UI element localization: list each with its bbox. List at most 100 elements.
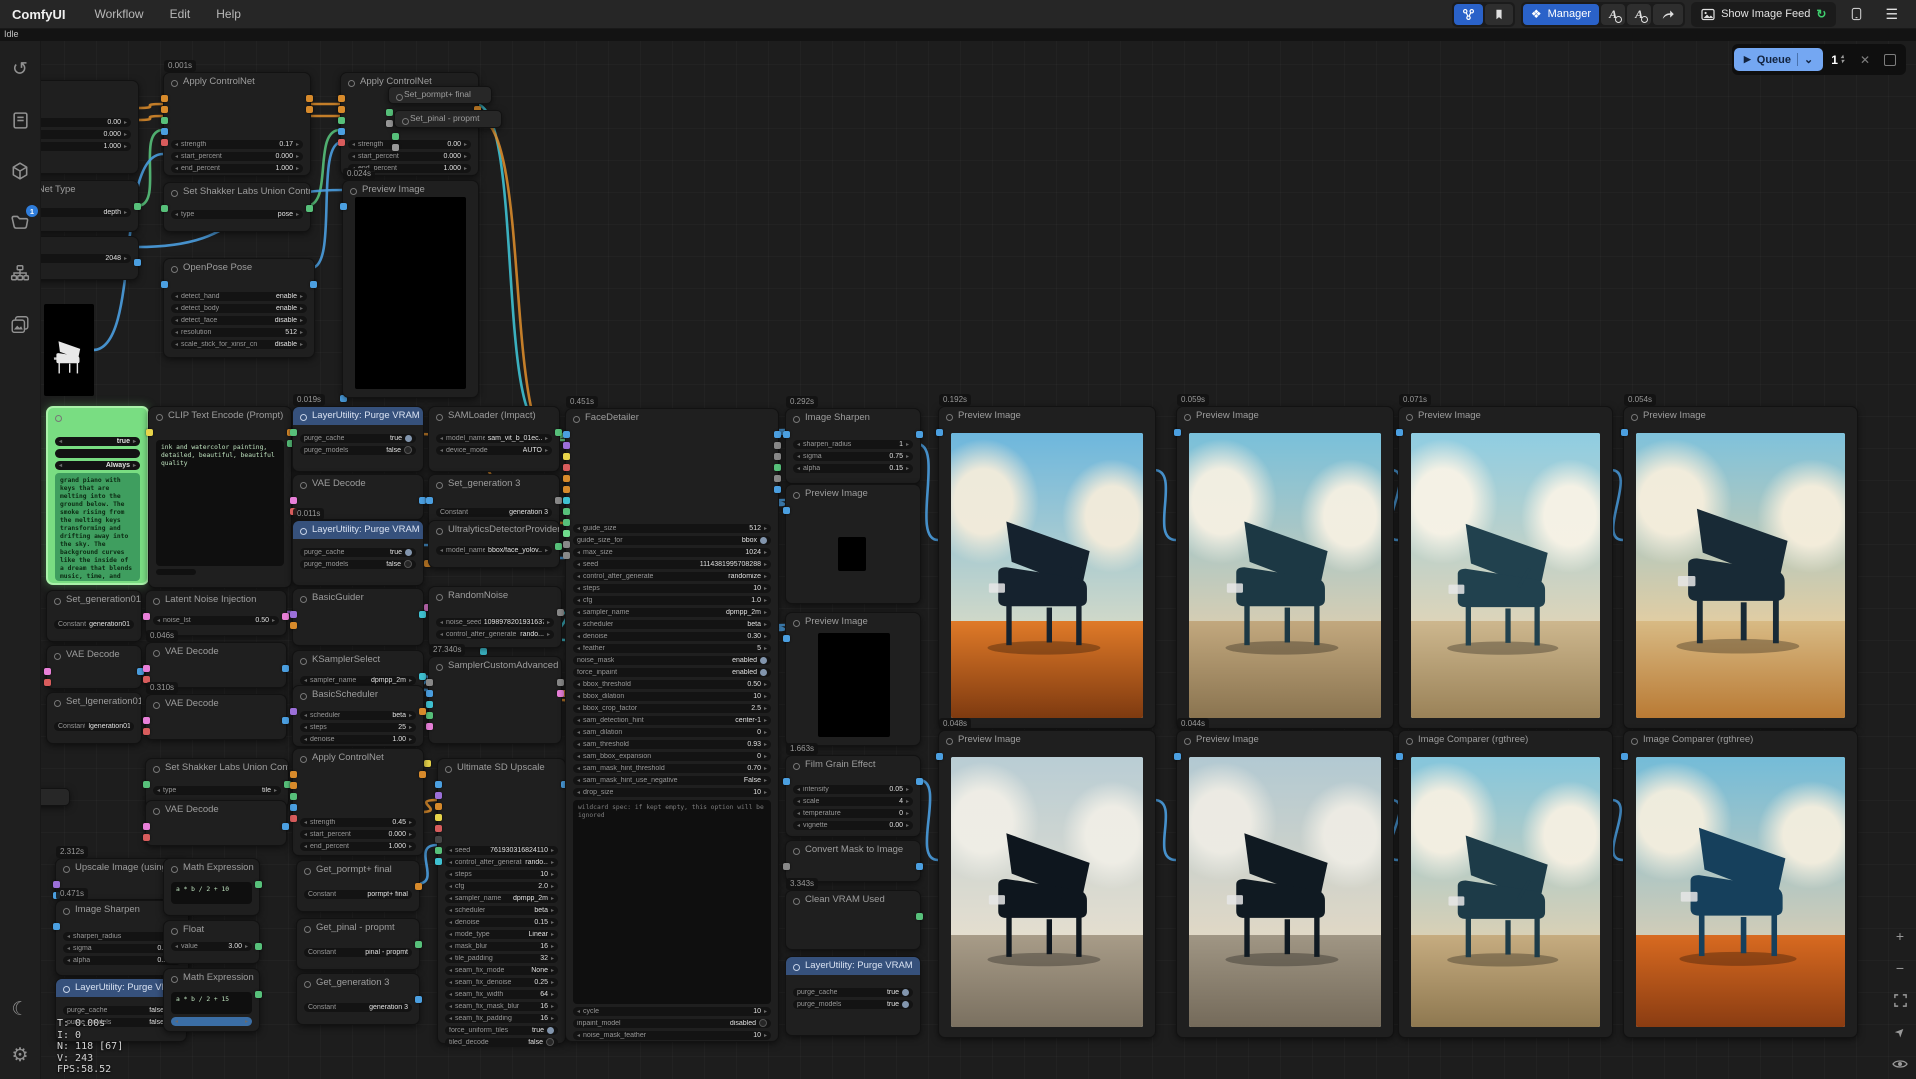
input-slot[interactable] bbox=[161, 205, 168, 212]
spin-down-icon[interactable]: ▾ bbox=[1841, 59, 1844, 65]
widget-row[interactable]: ◂ noise_lst 0.50 ▸ bbox=[153, 615, 279, 625]
node-setunion1[interactable]: Set Shakker Labs Union ControlNet Type ◂t… bbox=[161, 182, 313, 232]
widget-row[interactable]: Constant generation 3 bbox=[436, 507, 552, 517]
increment-icon[interactable]: ▸ bbox=[764, 561, 767, 568]
output-slot[interactable] bbox=[282, 613, 289, 620]
increment-icon[interactable]: ▸ bbox=[551, 931, 554, 938]
increment-icon[interactable]: ▸ bbox=[906, 810, 909, 817]
output-slot[interactable] bbox=[419, 708, 426, 715]
node-purge4[interactable]: LayerUtility: Purge VRAM purge_cache true p… bbox=[785, 956, 921, 1036]
output-slot[interactable] bbox=[555, 543, 562, 550]
increment-icon[interactable]: ▸ bbox=[124, 209, 127, 216]
increment-icon[interactable]: ▸ bbox=[300, 317, 303, 324]
input-slot[interactable] bbox=[392, 144, 399, 151]
input-slot[interactable] bbox=[161, 106, 168, 113]
input-slot[interactable] bbox=[1174, 429, 1181, 436]
increment-icon[interactable]: ▸ bbox=[764, 585, 767, 592]
node-clip[interactable]: CLIP Text Encode (Prompt) ink and waterco… bbox=[146, 406, 294, 588]
input-slot[interactable] bbox=[563, 530, 570, 537]
decrement-icon[interactable]: ◂ bbox=[175, 317, 178, 324]
widget-row[interactable]: ◂ detect_body enable ▸ bbox=[171, 303, 307, 313]
widget-row[interactable]: ◂ seam_fix_mask_blur 16 ▸ bbox=[445, 1001, 558, 1011]
decrement-icon[interactable]: ◂ bbox=[449, 1003, 452, 1010]
increment-icon[interactable]: ▸ bbox=[124, 143, 127, 150]
increment-icon[interactable]: ▸ bbox=[764, 777, 767, 784]
node-convertmask[interactable]: Convert Mask to Image bbox=[783, 840, 923, 882]
increment-icon[interactable]: ▸ bbox=[764, 597, 767, 604]
increment-icon[interactable]: ▸ bbox=[764, 633, 767, 640]
widget-row[interactable]: ◂ cfg 2.0 ▸ bbox=[445, 881, 558, 891]
decrement-icon[interactable]: ◂ bbox=[175, 153, 178, 160]
widget-row[interactable]: Constant pormpt+ final bbox=[304, 889, 412, 899]
node-vaed-l[interactable]: VAE Decode bbox=[44, 645, 144, 689]
node-bypass-green[interactable]: ◂ true ▸ ◂ Always ▸ grand piano with keys that… bbox=[46, 406, 149, 585]
input-slot[interactable] bbox=[563, 519, 570, 526]
input-slot[interactable] bbox=[44, 679, 51, 686]
decrement-icon[interactable]: ◂ bbox=[440, 631, 443, 638]
decrement-icon[interactable]: ◂ bbox=[449, 931, 452, 938]
output-slot[interactable] bbox=[774, 475, 781, 482]
increment-icon[interactable]: ▸ bbox=[551, 943, 554, 950]
widget-row[interactable]: ◂ vignette 0.00 ▸ bbox=[793, 820, 913, 830]
widget-row[interactable]: ◂ steps 25 ▸ bbox=[300, 722, 416, 732]
input-slot[interactable] bbox=[338, 117, 345, 124]
device-toggle-button[interactable] bbox=[1842, 4, 1871, 25]
node-purge2[interactable]: 0.011s LayerUtility: Purge VRAM purge_cach… bbox=[292, 508, 424, 586]
widget-row[interactable]: ◂sharpen_radius 1▸ bbox=[793, 439, 913, 449]
decrement-icon[interactable]: ◂ bbox=[797, 453, 800, 460]
widget-row[interactable]: ◂ seam_fix_width 64 ▸ bbox=[445, 989, 558, 999]
input-slot[interactable] bbox=[143, 665, 150, 672]
decrement-icon[interactable]: ◂ bbox=[440, 619, 443, 626]
increment-icon[interactable]: ▸ bbox=[124, 131, 127, 138]
widget-row[interactable]: ◂ bbox_crop_factor 2.5 ▸ bbox=[573, 703, 771, 713]
widget-row[interactable]: ◂ strength 0.45 ▸ bbox=[300, 817, 416, 827]
input-slot[interactable] bbox=[340, 203, 347, 210]
node-p5[interactable]: 0.048s Preview Image bbox=[936, 718, 1156, 1038]
node-p7[interactable]: Image Comparer (rgthree) bbox=[1396, 730, 1613, 1038]
decrement-icon[interactable]: ◂ bbox=[449, 991, 452, 998]
decrement-icon[interactable]: ◂ bbox=[449, 907, 452, 914]
increment-icon[interactable]: ▸ bbox=[764, 621, 767, 628]
find-a-button[interactable]: A bbox=[1601, 3, 1626, 25]
increment-icon[interactable]: ▸ bbox=[764, 645, 767, 652]
output-slot[interactable] bbox=[306, 95, 313, 102]
input-slot[interactable] bbox=[161, 139, 168, 146]
text-widget[interactable]: a * b / 2 + 15 bbox=[171, 992, 252, 1014]
increment-icon[interactable]: ▸ bbox=[545, 447, 548, 454]
output-slot[interactable] bbox=[306, 205, 313, 212]
widget-row[interactable]: ◂ sampler_name dpmpp_2m ▸ bbox=[445, 893, 558, 903]
increment-icon[interactable]: ▸ bbox=[764, 573, 767, 580]
output-slot[interactable] bbox=[555, 497, 562, 504]
increment-icon[interactable]: ▸ bbox=[764, 693, 767, 700]
input-slot[interactable] bbox=[1174, 753, 1181, 760]
increment-icon[interactable]: ▸ bbox=[764, 1032, 767, 1039]
toggle-icon[interactable] bbox=[547, 1026, 554, 1034]
decrement-icon[interactable]: ◂ bbox=[175, 329, 178, 336]
widget-row[interactable]: ◂ scheduler beta ▸ bbox=[573, 619, 771, 629]
node-float1[interactable]: Float ◂ value 3.00 ▸ bbox=[163, 920, 262, 964]
sidebar-node-library-button[interactable] bbox=[8, 261, 32, 285]
input-slot[interactable] bbox=[563, 497, 570, 504]
widget-row[interactable]: ◂ guide_size 512 ▸ bbox=[573, 523, 771, 533]
output-slot[interactable] bbox=[774, 442, 781, 449]
node-set-prompt-final[interactable]: Set_pormpt+ final bbox=[386, 86, 492, 127]
input-slot[interactable] bbox=[44, 668, 51, 675]
input-slot[interactable] bbox=[426, 712, 433, 719]
output-slot[interactable] bbox=[255, 943, 262, 950]
widget-row[interactable]: ◂ drop_size 10 ▸ bbox=[573, 787, 771, 797]
node-setgen01[interactable]: Set_generation01 Constant generation01 bbox=[46, 590, 142, 642]
decrement-icon[interactable]: ◂ bbox=[440, 447, 443, 454]
settings-button[interactable]: ⚙ bbox=[8, 1043, 32, 1067]
widget-row[interactable]: ◂ bbox_threshold 0.50 ▸ bbox=[573, 679, 771, 689]
input-slot[interactable] bbox=[290, 429, 297, 436]
widget-row[interactable]: ◂ sam_dilation 0 ▸ bbox=[573, 727, 771, 737]
increment-icon[interactable]: ▸ bbox=[409, 819, 412, 826]
output-slot[interactable] bbox=[557, 609, 564, 616]
widget-row[interactable]: ◂ Always ▸ bbox=[55, 460, 140, 470]
node-p6[interactable]: 0.044s Preview Image bbox=[1174, 718, 1394, 1038]
output-slot[interactable] bbox=[419, 611, 426, 618]
widget-row[interactable]: ◂start_percent 0.000▸ bbox=[171, 151, 303, 161]
main-menu-button[interactable]: ☰ bbox=[1877, 4, 1906, 25]
decrement-icon[interactable]: ◂ bbox=[577, 645, 580, 652]
output-slot[interactable] bbox=[282, 665, 289, 672]
